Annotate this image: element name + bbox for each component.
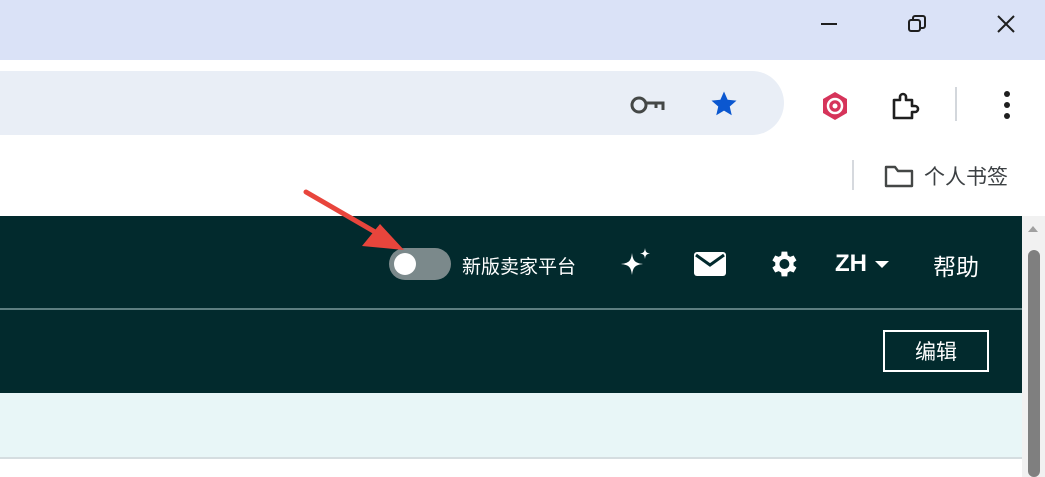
- browser-title-bar: [0, 0, 1045, 60]
- restore-icon: [908, 15, 926, 32]
- browser-menu-button[interactable]: [992, 84, 1022, 126]
- sparkle-icon: [621, 248, 650, 275]
- settings-button[interactable]: [762, 243, 804, 285]
- seller-app-header: 新版卖家平台 ZH 帮助: [0, 216, 1022, 308]
- toolbar-divider: [955, 87, 957, 121]
- bookmark-star-button[interactable]: [704, 84, 744, 124]
- gear-icon: [772, 251, 797, 277]
- extension-badge-icon: [823, 92, 847, 120]
- messages-button[interactable]: [689, 244, 731, 284]
- language-label: ZH: [835, 250, 867, 277]
- minimize-icon: [821, 23, 837, 25]
- restore-button[interactable]: [894, 6, 940, 42]
- key-icon: [630, 96, 665, 114]
- star-icon: [711, 91, 737, 116]
- content-divider: [0, 457, 1022, 459]
- extension-badge-button[interactable]: [815, 86, 855, 126]
- bookmarks-bar: 个人书签: [0, 148, 1045, 216]
- folder-icon: [884, 165, 914, 188]
- annotation-arrow-icon: [303, 189, 404, 250]
- page-scrollbar[interactable]: [1022, 216, 1045, 477]
- puzzle-icon: [892, 92, 920, 120]
- more-vert-icon: [1004, 91, 1010, 119]
- help-link[interactable]: 帮助: [933, 248, 979, 282]
- close-window-button[interactable]: [983, 6, 1029, 42]
- close-icon: [997, 15, 1015, 33]
- seller-app-subbar: 编辑: [0, 310, 1022, 393]
- ai-assistant-button[interactable]: [614, 242, 658, 286]
- scroll-up-arrow-icon[interactable]: [1028, 226, 1038, 232]
- minimize-button[interactable]: [806, 6, 852, 42]
- bookmark-folder-item[interactable]: 个人书签: [884, 156, 1008, 196]
- bookmarks-separator: [852, 160, 854, 190]
- browser-toolbar: [0, 60, 1045, 148]
- bookmark-folder-label: 个人书签: [924, 165, 1008, 189]
- mail-icon: [694, 252, 726, 276]
- page-content: [0, 393, 1022, 477]
- content-band: [0, 393, 1022, 457]
- extensions-button[interactable]: [884, 84, 926, 126]
- edit-button[interactable]: 编辑: [883, 330, 989, 372]
- chevron-down-icon: [875, 260, 889, 268]
- scrollbar-thumb[interactable]: [1028, 250, 1040, 477]
- password-key-button[interactable]: [626, 90, 670, 120]
- toggle-label: 新版卖家平台: [462, 256, 577, 278]
- language-selector[interactable]: ZH: [835, 246, 889, 282]
